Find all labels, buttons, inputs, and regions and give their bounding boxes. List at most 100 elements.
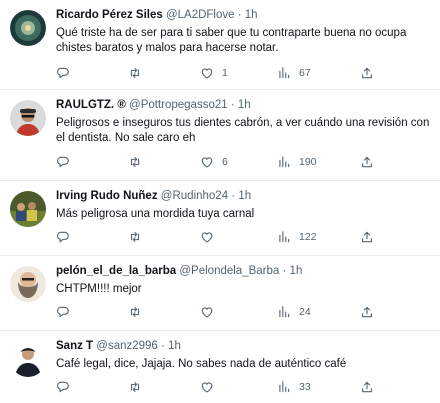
avatar[interactable] bbox=[10, 266, 46, 302]
like-button[interactable]: 1 bbox=[200, 65, 228, 81]
tweet-header: Ricardo Pérez Siles @LA2DFlove · 1h bbox=[56, 9, 432, 21]
heart-icon bbox=[201, 68, 213, 79]
like-button[interactable] bbox=[200, 229, 222, 245]
view-count: 122 bbox=[299, 231, 317, 243]
tweet-header: Irving Rudo Nuñez @Rudinho24 · 1h bbox=[56, 190, 432, 202]
avatar[interactable] bbox=[10, 341, 46, 377]
heart-icon bbox=[201, 157, 213, 168]
retweet-button[interactable] bbox=[128, 154, 150, 170]
display-name[interactable]: Ricardo Pérez Siles bbox=[56, 9, 163, 21]
separator-dot: · bbox=[282, 265, 287, 277]
tweet-text: Qué triste ha de ser para ti saber que t… bbox=[56, 27, 407, 54]
avatar[interactable] bbox=[10, 191, 46, 227]
username[interactable]: @Rudinho24 bbox=[161, 190, 228, 202]
views-chart-icon bbox=[279, 306, 290, 318]
view-count: 190 bbox=[299, 156, 317, 168]
retweet-button[interactable] bbox=[128, 304, 150, 320]
timestamp[interactable]: 1h bbox=[290, 265, 303, 277]
share-icon bbox=[362, 67, 372, 79]
separator-dot: · bbox=[230, 99, 235, 111]
reply-icon bbox=[57, 381, 69, 393]
reply-button[interactable] bbox=[56, 65, 78, 81]
display-name[interactable]: Irving Rudo Nuñez bbox=[56, 190, 158, 202]
share-button[interactable] bbox=[360, 65, 374, 81]
reply-button[interactable] bbox=[56, 379, 78, 395]
avatar[interactable] bbox=[10, 100, 46, 136]
views-button[interactable]: 33 bbox=[277, 379, 311, 395]
share-button[interactable] bbox=[360, 229, 374, 245]
views-button[interactable]: 24 bbox=[277, 304, 311, 320]
timestamp[interactable]: 1h bbox=[245, 9, 258, 21]
retweet-button[interactable] bbox=[128, 379, 150, 395]
like-button[interactable] bbox=[200, 379, 222, 395]
reply-icon bbox=[57, 67, 69, 79]
tweet[interactable]: pelón_el_de_la_barba @Pelondela_Barba · … bbox=[0, 256, 440, 331]
share-button[interactable] bbox=[360, 154, 374, 170]
views-chart-icon bbox=[279, 156, 290, 168]
tweet-actions: 122 bbox=[56, 229, 386, 245]
tweet-text: Café legal, dice, Jajaja. No sabes nada … bbox=[56, 358, 347, 370]
heart-icon bbox=[201, 307, 213, 318]
share-icon bbox=[362, 156, 372, 168]
username[interactable]: @LA2DFlove bbox=[166, 9, 235, 21]
views-button[interactable]: 122 bbox=[277, 229, 317, 245]
separator-dot: · bbox=[237, 9, 242, 21]
tweet[interactable]: Ricardo Pérez Siles @LA2DFlove · 1h Qué … bbox=[0, 0, 440, 90]
avatar-image bbox=[10, 100, 46, 136]
avatar[interactable] bbox=[10, 10, 46, 46]
display-name[interactable]: pelón_el_de_la_barba bbox=[56, 265, 176, 277]
retweet-icon bbox=[130, 382, 140, 392]
timestamp[interactable]: 1h bbox=[168, 340, 181, 352]
tweet-header: RAULGTZ. ® @Pottropegasso21 · 1h bbox=[56, 99, 432, 111]
separator-dot: · bbox=[231, 190, 236, 202]
views-chart-icon bbox=[279, 381, 290, 393]
tweet-actions: 33 bbox=[56, 379, 386, 395]
timestamp[interactable]: 1h bbox=[238, 99, 251, 111]
tweet-actions: 24 bbox=[56, 304, 386, 320]
reply-icon bbox=[57, 306, 69, 318]
tweet-actions: 6 190 bbox=[56, 154, 386, 170]
views-chart-icon bbox=[279, 231, 290, 243]
like-count: 6 bbox=[222, 156, 228, 168]
tweet[interactable]: Irving Rudo Nuñez @Rudinho24 · 1h Más pe… bbox=[0, 181, 440, 256]
share-button[interactable] bbox=[360, 379, 374, 395]
tweet[interactable]: RAULGTZ. ® @Pottropegasso21 · 1h Peligro… bbox=[0, 90, 440, 181]
avatar-image bbox=[10, 266, 46, 302]
retweet-button[interactable] bbox=[128, 65, 150, 81]
username[interactable]: @Pelondela_Barba bbox=[179, 265, 279, 277]
like-button[interactable]: 6 bbox=[200, 154, 228, 170]
reply-button[interactable] bbox=[56, 154, 78, 170]
share-icon bbox=[362, 306, 372, 318]
share-icon bbox=[362, 381, 372, 393]
avatar-image bbox=[10, 191, 46, 227]
views-button[interactable]: 190 bbox=[277, 154, 317, 170]
timestamp[interactable]: 1h bbox=[238, 190, 251, 202]
share-button[interactable] bbox=[360, 304, 374, 320]
view-count: 67 bbox=[299, 67, 311, 79]
avatar-image bbox=[10, 10, 46, 46]
retweet-button[interactable] bbox=[128, 229, 150, 245]
view-count: 33 bbox=[299, 381, 311, 393]
tweet-actions: 1 67 bbox=[56, 65, 386, 81]
views-chart-icon bbox=[279, 67, 290, 79]
view-count: 24 bbox=[299, 306, 311, 318]
reply-button[interactable] bbox=[56, 229, 78, 245]
retweet-icon bbox=[130, 157, 140, 167]
reply-button[interactable] bbox=[56, 304, 78, 320]
username[interactable]: @Pottropegasso21 bbox=[129, 99, 228, 111]
heart-icon bbox=[201, 382, 213, 393]
display-name[interactable]: RAULGTZ. ® bbox=[56, 99, 126, 111]
like-count: 1 bbox=[222, 67, 228, 79]
display-name[interactable]: Sanz T bbox=[56, 340, 93, 352]
retweet-icon bbox=[130, 68, 140, 78]
like-button[interactable] bbox=[200, 304, 222, 320]
tweet-text: Peligrosos e inseguros tus dientes cabró… bbox=[56, 117, 430, 144]
reply-icon bbox=[57, 231, 69, 243]
tweet[interactable]: Sanz T @sanz2996 · 1h Café legal, dice, … bbox=[0, 331, 440, 403]
avatar-image bbox=[10, 341, 46, 377]
tweet-header: pelón_el_de_la_barba @Pelondela_Barba · … bbox=[56, 265, 432, 277]
username[interactable]: @sanz2996 bbox=[96, 340, 158, 352]
views-button[interactable]: 67 bbox=[277, 65, 311, 81]
retweet-icon bbox=[130, 232, 140, 242]
heart-icon bbox=[201, 232, 213, 243]
